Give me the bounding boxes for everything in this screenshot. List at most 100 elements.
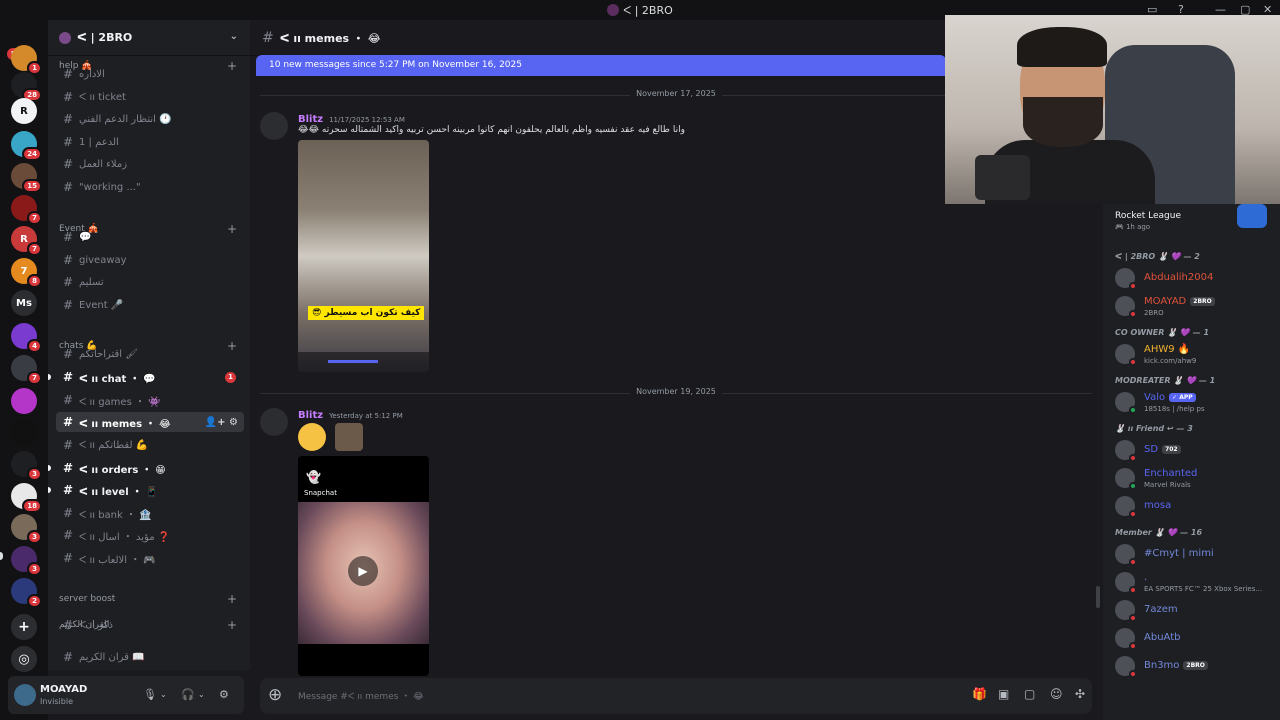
new-messages-bar[interactable]: 10 new messages since 5:27 PM on Novembe…	[256, 55, 946, 76]
channel-item[interactable]: # ᐸ ıı ticket	[56, 87, 244, 107]
channel-item[interactable]: # giveaway	[56, 250, 244, 270]
member-name: Bn3mo 2BRO	[1144, 660, 1208, 671]
hash-icon: #	[63, 347, 74, 361]
member-item[interactable]: SD 702	[1115, 438, 1275, 462]
server-icon[interactable]: R7	[11, 226, 42, 256]
video-controls[interactable]	[298, 352, 429, 372]
member-group-header: Member 🐰 💜 — 16	[1115, 528, 1203, 537]
member-item[interactable]: Valo ✓ APP 18518s | /help ps	[1115, 390, 1275, 414]
category-boost[interactable]: server boost +	[59, 592, 237, 606]
member-item[interactable]: 7azem	[1115, 598, 1275, 622]
channel-item[interactable]: # ᐸ ıı chat ・ 💬 1	[56, 367, 244, 387]
server-icon[interactable]: 3	[11, 451, 42, 481]
member-item[interactable]: AbuAtb	[1115, 626, 1275, 650]
scrollbar[interactable]	[1096, 586, 1100, 608]
hash-icon: #	[63, 90, 74, 104]
channel-item[interactable]: # الدعم | 1	[56, 132, 244, 152]
server-icon[interactable]: R	[11, 98, 37, 124]
hash-icon: #	[63, 253, 74, 267]
channel-item[interactable]: # ᐸ ıı bank ・ 🏦	[56, 503, 244, 523]
server-icon[interactable]: 7	[11, 195, 42, 225]
add-channel-icon[interactable]: +	[227, 592, 237, 606]
channel-settings-icon[interactable]: 👤+ ⚙	[205, 417, 238, 428]
channel-item[interactable]: # ᐸ ıı games ・ 👾	[56, 390, 244, 410]
microphone-icon[interactable]: 🎙	[143, 688, 157, 701]
member-item[interactable]: Abdualih2004	[1115, 266, 1275, 290]
server-icon[interactable]: 2	[11, 578, 42, 608]
emoji-icon[interactable]: ☺	[1050, 687, 1063, 701]
channel-name: ᐸ ıı ذكر	[79, 619, 113, 631]
sticker-icon[interactable]: ▢	[1024, 687, 1035, 701]
channel-item[interactable]: # 💬	[56, 227, 244, 247]
video-attachment[interactable]: كيف تكون اب مسيطر 😎	[298, 140, 429, 372]
channel-item[interactable]: # اقتراحاتكم 🖌	[56, 344, 244, 364]
channel-item[interactable]: # Event 🎤	[56, 295, 244, 315]
channel-item[interactable]: # "working ..."	[56, 177, 244, 197]
member-name: Enchanted	[1144, 468, 1198, 479]
member-item[interactable]: AHW9 🔥 kick.com/ahw9	[1115, 342, 1275, 366]
play-icon[interactable]: ▶	[348, 556, 378, 586]
video-progress[interactable]	[328, 360, 378, 363]
message-input[interactable]: Message #ᐸ ıı memes ・ 😂	[298, 689, 424, 702]
add-attachment-icon[interactable]: ⊕	[268, 685, 282, 705]
message-composer[interactable]: ⊕ Message #ᐸ ıı memes ・ 😂 🎁 ▣ ▢ ☺ ✣	[260, 678, 1092, 714]
server-icon[interactable]: 78	[11, 258, 42, 288]
channel-name: ᐸ ıı ticket	[79, 91, 126, 103]
server-icon[interactable]: 24	[11, 131, 42, 161]
channel-item[interactable]: # ᐸ ıı orders ・ 😁	[56, 458, 244, 478]
server-icon[interactable]	[11, 388, 37, 414]
server-icon[interactable]: 3	[11, 514, 42, 544]
member-item[interactable]: . EA SPORTS FC™ 25 Xbox Series...	[1115, 570, 1275, 594]
gear-icon[interactable]: ⚙	[219, 688, 229, 701]
channel-item[interactable]: # ᐸ ıı ذكر	[56, 615, 244, 635]
channel-item[interactable]: # زملاء العمل	[56, 154, 244, 174]
message-author[interactable]: Blitz 11/17/2025 12:53 AM	[298, 114, 405, 125]
chevron-down-icon[interactable]: ⌄	[230, 31, 238, 42]
gift-icon[interactable]: 🎁	[972, 687, 987, 701]
message-author[interactable]: Blitz Yesterday at 5:12 PM	[298, 410, 403, 421]
channel-item[interactable]: # قران الكريم 📖	[56, 647, 244, 667]
server-icon[interactable]: 28	[11, 72, 42, 102]
discover-button[interactable]: ◎	[11, 646, 37, 672]
channel-item[interactable]: # انتظار الدعم الفني 🕐	[56, 109, 244, 129]
member-item[interactable]: Enchanted Marvel Rivals	[1115, 466, 1275, 490]
message-avatar[interactable]	[260, 408, 288, 436]
chevron-down-icon[interactable]: ⌄	[160, 690, 167, 699]
server-icon[interactable]: 18	[11, 483, 42, 513]
member-item[interactable]: mosa	[1115, 494, 1275, 518]
video-attachment[interactable]: 👻 Snapchat ▶	[298, 456, 429, 676]
microphone	[975, 155, 1030, 200]
add-server-button[interactable]: +	[11, 614, 37, 640]
channel-item[interactable]: # ᐸ ıı لقطاتكم 💪	[56, 435, 244, 455]
snapchat-label: Snapchat	[304, 489, 337, 497]
channel-item[interactable]: # ᐸ ıı الالعاب ・ 🎮	[56, 548, 244, 568]
chevron-down-icon[interactable]: ⌄	[198, 690, 205, 699]
channel-item[interactable]: # ᐸ ıı مؤيد ・ اسال ❓	[56, 525, 244, 545]
member-item[interactable]: Bn3mo 2BRO	[1115, 654, 1275, 678]
server-icon[interactable]: 7	[11, 355, 42, 385]
server-icon[interactable]: 4	[11, 323, 42, 353]
channel-item[interactable]: # ᐸ ıı memes ・ 😂 👤+ ⚙	[56, 412, 244, 432]
channel-name: ᐸ ıı memes ・ 😂	[79, 418, 171, 430]
server-icon[interactable]	[11, 419, 37, 445]
server-icon[interactable]: 15	[11, 163, 42, 193]
channel-item[interactable]: # تسليم	[56, 272, 244, 292]
server-icon[interactable]: Ms	[11, 290, 37, 316]
hash-icon: #	[63, 506, 74, 520]
mention-badge: 8	[27, 274, 42, 288]
message-avatar[interactable]	[260, 112, 288, 140]
server-icon[interactable]: 3	[11, 546, 42, 576]
avatar[interactable]	[14, 684, 36, 706]
apps-icon[interactable]: ✣	[1075, 687, 1085, 701]
server-icon[interactable]: 1	[11, 45, 42, 75]
channel-item[interactable]: # الاداره	[56, 64, 244, 84]
channel-name: قران الكريم 📖	[79, 651, 145, 663]
gif-icon[interactable]: ▣	[998, 687, 1009, 701]
member-item[interactable]: #Cmyt | mimi	[1115, 542, 1275, 566]
headphones-icon[interactable]: 🎧	[181, 688, 195, 701]
message-text: وانا طالع فيه عقد نفسيه واظم بالعالم يحل…	[298, 125, 685, 135]
channel-item[interactable]: # ᐸ ıı level ・ 📱	[56, 480, 244, 500]
guild-header[interactable]: ᐸ | 2BRO ⌄	[48, 20, 250, 56]
member-item[interactable]: MOAYAD 2BRO 2BRO	[1115, 294, 1275, 318]
hash-icon: #	[63, 650, 74, 664]
